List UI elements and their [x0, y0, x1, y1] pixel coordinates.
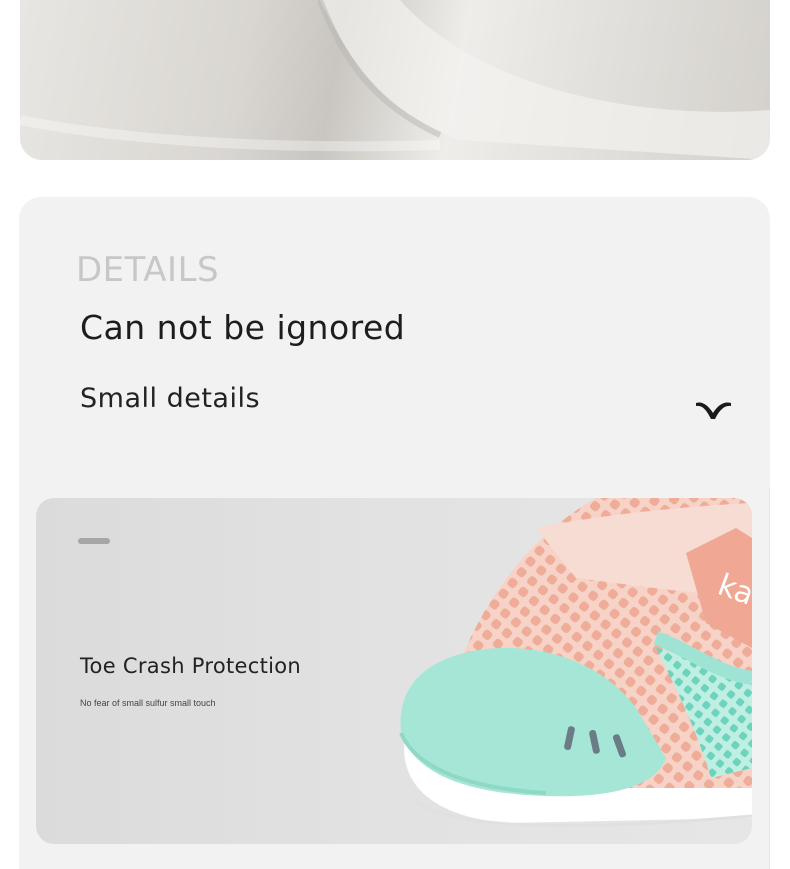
- section-subtitle: Small details: [80, 383, 261, 414]
- baby-shoe-image: kat: [399, 498, 752, 828]
- feature-card: Toe Crash Protection No fear of small su…: [36, 498, 752, 844]
- chevron-down-icon: [696, 402, 731, 419]
- feature-description: No fear of small sulfur small touch: [80, 698, 216, 708]
- accent-dash: [78, 538, 110, 544]
- section-eyebrow: DETAILS: [76, 250, 220, 290]
- card-edge-divider: [769, 488, 770, 869]
- fabric-closeup-image: [20, 0, 770, 160]
- feature-title: Toe Crash Protection: [80, 654, 302, 678]
- page-title: Can not be ignored: [80, 308, 406, 347]
